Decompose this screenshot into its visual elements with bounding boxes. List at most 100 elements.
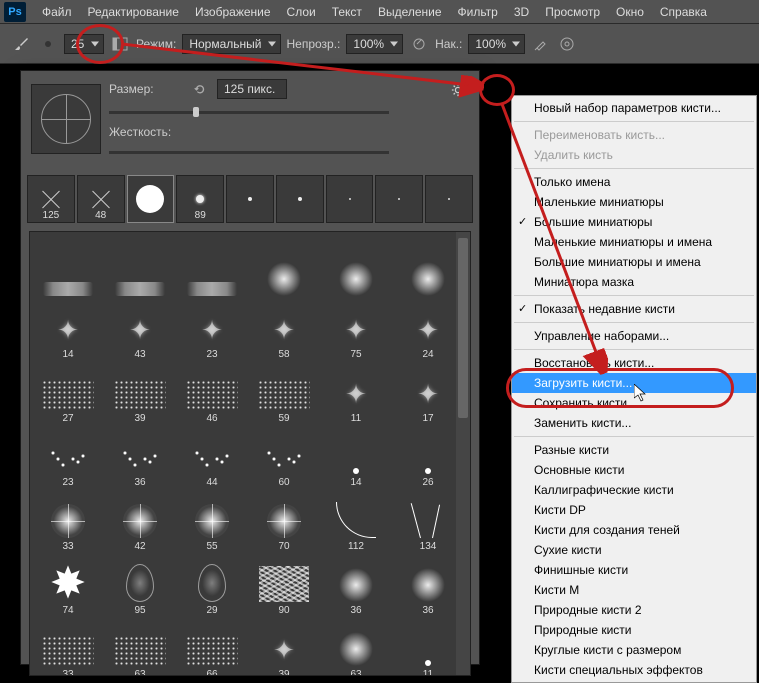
brush-preset[interactable]	[34, 236, 102, 296]
context-menu-item[interactable]: Новый набор параметров кисти...	[512, 98, 756, 118]
menu-item[interactable]: Просмотр	[537, 1, 608, 23]
brush-preset[interactable]: 112	[322, 492, 390, 552]
brush-preset[interactable]: ✦43	[106, 300, 174, 360]
brush-preset[interactable]: 74	[34, 556, 102, 616]
brush-preset[interactable]: 66	[178, 620, 246, 676]
context-menu-item[interactable]: Большие миниатюры и имена	[512, 252, 756, 272]
brush-preset[interactable]: 36	[394, 556, 462, 616]
brush-preset[interactable]	[178, 236, 246, 296]
flow-input[interactable]: 100%	[468, 34, 525, 54]
context-menu-item[interactable]: Сухие кисти	[512, 540, 756, 560]
brush-size-selector[interactable]: 25	[64, 34, 104, 54]
context-menu-item[interactable]: Природные кисти 2	[512, 600, 756, 620]
brush-preset[interactable]: 55	[178, 492, 246, 552]
panel-menu-button[interactable]	[451, 81, 473, 99]
brush-preset[interactable]: 46	[178, 364, 246, 424]
context-menu-item[interactable]: Разные кисти	[512, 440, 756, 460]
context-menu-item[interactable]: Сохранить кисти...	[512, 393, 756, 413]
brush-preset[interactable]: ✦24	[394, 300, 462, 360]
brush-preset[interactable]: 42	[106, 492, 174, 552]
reset-size-icon[interactable]	[191, 81, 209, 97]
brush-preset[interactable]: 63	[106, 620, 174, 676]
brush-preset[interactable]: 29	[178, 556, 246, 616]
brush-preset[interactable]: 26	[394, 428, 462, 488]
brush-preset[interactable]: 33	[34, 492, 102, 552]
recent-brush[interactable]: 89	[176, 175, 224, 223]
context-menu-item[interactable]: Маленькие миниатюры	[512, 192, 756, 212]
brush-preset[interactable]: 23	[34, 428, 102, 488]
menu-item[interactable]: 3D	[506, 1, 537, 23]
brush-angle-preview[interactable]	[31, 84, 101, 154]
brush-preset[interactable]: 63	[322, 620, 390, 676]
brush-preset[interactable]: 90	[250, 556, 318, 616]
menu-item[interactable]: Выделение	[370, 1, 450, 23]
brush-preset[interactable]: 70	[250, 492, 318, 552]
hardness-slider[interactable]	[109, 145, 389, 159]
context-menu-item[interactable]: Загрузить кисти...	[512, 373, 756, 393]
recent-brush[interactable]	[127, 175, 175, 223]
target-icon[interactable]	[557, 34, 577, 54]
context-menu-item[interactable]: Кисти DP	[512, 500, 756, 520]
brush-preset[interactable]: 27	[34, 364, 102, 424]
brush-preset[interactable]: 59	[250, 364, 318, 424]
brush-preset-icon[interactable]	[38, 34, 58, 54]
brush-preset[interactable]: 39	[106, 364, 174, 424]
brush-preset[interactable]: 36	[322, 556, 390, 616]
context-menu-item[interactable]: Природные кисти	[512, 620, 756, 640]
context-menu-item[interactable]: Основные кисти	[512, 460, 756, 480]
context-menu-item[interactable]: Финишные кисти	[512, 560, 756, 580]
brush-preset[interactable]	[322, 236, 390, 296]
menu-item[interactable]: Слои	[279, 1, 324, 23]
context-menu-item[interactable]: Кисти для создания теней	[512, 520, 756, 540]
context-menu-item[interactable]: Маленькие миниатюры и имена	[512, 232, 756, 252]
brush-preset[interactable]: 134	[394, 492, 462, 552]
brush-preset[interactable]	[250, 236, 318, 296]
blend-mode-selector[interactable]: Нормальный	[182, 34, 280, 54]
menu-item[interactable]: Файл	[34, 1, 80, 23]
brush-preset[interactable]: 36	[106, 428, 174, 488]
brush-preset[interactable]	[106, 236, 174, 296]
brush-grid-scrollbar[interactable]	[456, 232, 470, 675]
brush-preset[interactable]	[394, 236, 462, 296]
recent-brush[interactable]	[276, 175, 324, 223]
recent-brush[interactable]	[375, 175, 423, 223]
recent-brush[interactable]	[326, 175, 374, 223]
brush-panel-toggle-icon[interactable]	[110, 34, 130, 54]
airbrush-icon[interactable]	[531, 34, 551, 54]
brush-preset[interactable]: ✦11	[322, 364, 390, 424]
context-menu-item[interactable]: Кисти M	[512, 580, 756, 600]
brush-preset[interactable]: 60	[250, 428, 318, 488]
menu-item[interactable]: Изображение	[187, 1, 279, 23]
brush-preset[interactable]: ✦58	[250, 300, 318, 360]
brush-preset[interactable]: 33	[34, 620, 102, 676]
brush-preset[interactable]: 95	[106, 556, 174, 616]
recent-brush[interactable]: 125	[27, 175, 75, 223]
context-menu-item[interactable]: Круглые кисти с размером	[512, 640, 756, 660]
context-menu-item[interactable]: Заменить кисти...	[512, 413, 756, 433]
size-slider[interactable]	[109, 105, 389, 119]
menu-item[interactable]: Текст	[324, 1, 370, 23]
context-menu-item[interactable]: Восстановить кисти...	[512, 353, 756, 373]
menu-item[interactable]: Справка	[652, 1, 715, 23]
size-input[interactable]	[217, 79, 287, 99]
context-menu-item[interactable]: Только имена	[512, 172, 756, 192]
recent-brush[interactable]	[425, 175, 473, 223]
pressure-opacity-icon[interactable]	[409, 34, 429, 54]
context-menu-item[interactable]: Управление наборами...	[512, 326, 756, 346]
menu-item[interactable]: Окно	[608, 1, 652, 23]
recent-brush[interactable]	[226, 175, 274, 223]
recent-brush[interactable]: 48	[77, 175, 125, 223]
context-menu-item[interactable]: Кисти специальных эффектов	[512, 660, 756, 680]
brush-preset[interactable]: ✦17	[394, 364, 462, 424]
menu-item[interactable]: Фильтр	[450, 1, 506, 23]
brush-preset[interactable]: ✦75	[322, 300, 390, 360]
context-menu-item[interactable]: Большие миниатюры	[512, 212, 756, 232]
brush-preset[interactable]: 44	[178, 428, 246, 488]
brush-preset[interactable]: 14	[322, 428, 390, 488]
context-menu-item[interactable]: Показать недавние кисти	[512, 299, 756, 319]
context-menu-item[interactable]: Каллиграфические кисти	[512, 480, 756, 500]
brush-preset[interactable]: ✦14	[34, 300, 102, 360]
brush-preset[interactable]: 11	[394, 620, 462, 676]
brush-preset[interactable]: ✦39	[250, 620, 318, 676]
opacity-input[interactable]: 100%	[346, 34, 403, 54]
